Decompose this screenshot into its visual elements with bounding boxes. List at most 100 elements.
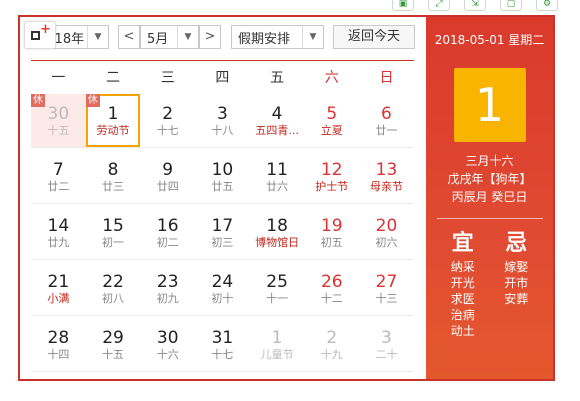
lunar-label: 十九	[320, 348, 343, 361]
back-to-today-button[interactable]: 返回今天	[333, 25, 415, 49]
lunar-label: 五四青...	[255, 124, 299, 137]
yi-item: 求医	[450, 292, 475, 306]
day-number: 30	[156, 328, 179, 348]
calendar-day-cell[interactable]: 14 廿九	[31, 206, 86, 259]
day-number: 24	[211, 272, 234, 292]
calendar-day-cell[interactable]: 15 初一	[86, 206, 141, 259]
calendar-day-cell[interactable]: 19 初五	[304, 206, 359, 259]
calendar-day-cell[interactable]: 23 初九	[140, 262, 195, 315]
day-number: 15	[102, 216, 124, 236]
day-number: 19	[320, 216, 343, 236]
restore-icon[interactable]: ▢	[500, 0, 522, 11]
ji-item: 开市	[504, 276, 529, 290]
day-number: 18	[266, 216, 288, 236]
lunar-label: 十八	[211, 124, 234, 137]
calendar-day-cell[interactable]: 3 二十	[359, 318, 414, 371]
calendar-day-cell[interactable]: 20 初六	[359, 206, 414, 259]
lunar-label: 廿九	[47, 236, 70, 249]
day-number: 1	[271, 328, 283, 348]
lunar-label: 护士节	[315, 180, 349, 193]
calendar-day-cell[interactable]: 4 五四青...	[250, 94, 305, 147]
calendar-day-cell[interactable]: 21 小满	[31, 262, 86, 315]
weekday-label: 一	[51, 70, 66, 86]
calendar-day-cell[interactable]: 17 初三	[195, 206, 250, 259]
expand-icon[interactable]: ⤢	[428, 0, 450, 11]
next-month-button[interactable]: >	[199, 25, 221, 49]
header-divider	[31, 60, 414, 61]
calendar-day-cell[interactable]: 24 初十	[195, 262, 250, 315]
calendar-day-cell[interactable]: 8 廿三	[86, 150, 141, 203]
calendar-day-cell[interactable]: 休 1 劳动节	[85, 94, 141, 147]
calendar-day-cell[interactable]: 1 儿童节	[250, 318, 305, 371]
selected-date: 2018-05-01 星期二	[434, 33, 545, 47]
calendar-day-cell[interactable]: 31 十七	[195, 318, 250, 371]
lunar-label: 十五	[47, 124, 70, 137]
calendar-day-cell[interactable]: 26 十二	[304, 262, 359, 315]
calendar-day-cell[interactable]: 28 十四	[31, 318, 86, 371]
day-number: 11	[266, 160, 288, 180]
day-number: 21	[47, 272, 70, 292]
calendar-day-cell[interactable]: 2 十七	[140, 94, 195, 147]
calendar-day-cell[interactable]: 3 十八	[195, 94, 250, 147]
day-number: 28	[47, 328, 70, 348]
month-select[interactable]: 5月 ▼	[140, 25, 199, 49]
calendar-grid: 休 30 十五休 1 劳动节 2 十七 3 十八 4 五四青... 5 立夏 6 廿一 7 廿二 8 廿三 9 廿四 10…	[31, 94, 414, 374]
save-icon[interactable]: ▣	[392, 0, 414, 11]
chevron-down-icon: ▼	[87, 26, 108, 48]
settings-icon[interactable]: ⚙	[536, 0, 558, 11]
day-number: 2	[162, 104, 174, 124]
calendar-day-cell[interactable]: 13 母亲节	[359, 150, 414, 203]
calendar-day-cell[interactable]: 11 廿六	[250, 150, 305, 203]
lunar-label: 廿四	[156, 180, 179, 193]
calendar-day-cell[interactable]: 10 廿五	[195, 150, 250, 203]
holiday-select[interactable]: 假期安排 ▼	[231, 25, 324, 49]
day-number: 17	[211, 216, 234, 236]
calendar-day-cell[interactable]: 2 十九	[304, 318, 359, 371]
lunar-label: 十三	[375, 292, 398, 305]
day-number: 2	[326, 328, 338, 348]
day-number: 8	[107, 160, 119, 180]
add-widget-icon[interactable]: +	[24, 21, 56, 49]
calendar-week-row: 休 30 十五休 1 劳动节 2 十七 3 十八 4 五四青... 5 立夏 6 廿一	[31, 94, 414, 148]
holiday-select-value: 假期安排	[238, 31, 291, 47]
calendar-day-cell[interactable]: 9 廿四	[140, 150, 195, 203]
lunar-label: 初十	[211, 292, 234, 305]
lunar-label: 廿三	[102, 180, 125, 193]
day-number: 3	[381, 328, 392, 348]
day-number: 10	[211, 160, 234, 180]
calendar-day-cell[interactable]: 5 立夏	[304, 94, 359, 147]
calendar-day-cell[interactable]: 6 廿一	[359, 94, 414, 147]
lunar-label: 十六	[156, 348, 179, 361]
calendar-day-cell[interactable]: 18 博物馆日	[250, 206, 305, 259]
day-number: 31	[211, 328, 234, 348]
calendar-day-cell[interactable]: 16 初二	[140, 206, 195, 259]
lunar-label: 廿六	[266, 180, 289, 193]
lunar-label: 十七	[211, 348, 234, 361]
square-icon	[31, 31, 40, 40]
weekday-label: 六	[324, 70, 339, 86]
calendar-day-cell[interactable]: 12 护士节	[304, 150, 359, 203]
lunar-label: 廿二	[47, 180, 70, 193]
panel-divider	[436, 218, 543, 219]
lunar-label: 初八	[102, 292, 125, 305]
prev-month-button[interactable]: <	[118, 25, 140, 49]
calendar-day-cell[interactable]: 22 初八	[86, 262, 141, 315]
holiday-rest-badge: 休	[31, 94, 45, 107]
calendar-week-row: 14 廿九 15 初一 16 初二 17 初三 18 博物馆日 19 初五 20 初六	[31, 206, 414, 260]
lunar-label: 十五	[102, 348, 125, 361]
ganzhi-year: 戊戌年【狗年】	[447, 172, 532, 186]
calendar-day-cell[interactable]: 25 十一	[250, 262, 305, 315]
month-select-value: 5月	[147, 31, 169, 47]
export-icon[interactable]: ⇲	[464, 0, 486, 11]
lunar-label: 初一	[102, 236, 125, 249]
weekday-label: 二	[106, 70, 121, 86]
calendar-day-cell[interactable]: 休 30 十五	[31, 94, 86, 147]
lunar-label: 二十	[375, 348, 398, 361]
calendar-day-cell[interactable]: 29 十五	[86, 318, 141, 371]
lunar-label: 初五	[320, 236, 343, 249]
calendar-day-cell[interactable]: 27 十三	[359, 262, 414, 315]
yi-column: 宜 纳采 开光 求医 治病 动土	[438, 229, 488, 339]
lunar-label: 初三	[211, 236, 234, 249]
calendar-day-cell[interactable]: 30 十六	[140, 318, 195, 371]
calendar-day-cell[interactable]: 7 廿二	[31, 150, 86, 203]
